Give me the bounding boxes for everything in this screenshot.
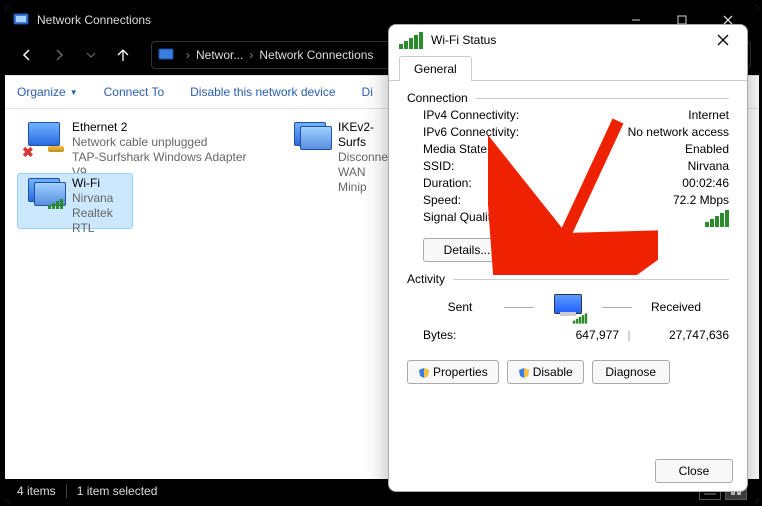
list-item[interactable]: ✖ Ethernet 2 Network cable unplugged TAP…	[17, 117, 263, 173]
item-status: Nirvana	[72, 191, 130, 206]
diagnose-button[interactable]: Di	[360, 81, 375, 103]
ipv6-value: No network access	[628, 125, 729, 139]
activity-group: Activity	[407, 272, 729, 286]
ssid-label: SSID:	[423, 159, 688, 173]
bytes-sent-value: 647,977	[519, 328, 619, 342]
wifi-icon	[20, 176, 68, 216]
chevron-right-icon[interactable]: ›	[180, 48, 196, 62]
activity-diagram: Sent Received	[407, 292, 729, 322]
dialog-title: Wi-Fi Status	[431, 33, 496, 47]
up-button[interactable]	[109, 41, 137, 69]
disable-button[interactable]: Disable	[507, 360, 584, 384]
ssid-value: Nirvana	[688, 159, 729, 173]
wireless-properties-button[interactable]: Wireless Properties	[523, 238, 649, 262]
ipv6-label: IPv6 Connectivity:	[423, 125, 628, 139]
breadcrumb-icon	[158, 47, 174, 63]
signal-label: Signal Quality:	[423, 210, 705, 230]
vpn-icon	[286, 120, 334, 160]
connect-to-button[interactable]: Connect To	[102, 81, 167, 103]
sent-label: Sent	[430, 300, 490, 314]
signal-value	[705, 210, 729, 230]
shield-icon	[418, 367, 430, 379]
selection-count: 1 item selected	[77, 484, 158, 498]
recent-button[interactable]	[77, 41, 105, 69]
breadcrumb-part1[interactable]: Networ...	[196, 48, 243, 62]
speed-label: Speed:	[423, 193, 673, 207]
diagnose-button[interactable]: Diagnose	[592, 360, 670, 384]
chevron-down-icon: ▼	[70, 88, 78, 97]
ipv4-value: Internet	[688, 108, 729, 122]
duration-label: Duration:	[423, 176, 682, 190]
media-label: Media State:	[423, 142, 685, 156]
item-name: Ethernet 2	[72, 120, 260, 135]
forward-button[interactable]	[45, 41, 73, 69]
disable-device-button[interactable]: Disable this network device	[188, 81, 337, 103]
speed-value: 72.2 Mbps	[673, 193, 729, 207]
item-name: Wi-Fi	[72, 176, 130, 191]
dialog-titlebar: Wi-Fi Status	[389, 25, 747, 55]
tab-general[interactable]: General	[399, 56, 472, 81]
app-icon	[13, 12, 29, 28]
shield-icon	[518, 367, 530, 379]
signal-bars-icon	[705, 210, 729, 227]
ethernet-icon: ✖	[20, 120, 68, 160]
wifi-signal-icon	[399, 32, 423, 49]
organize-button[interactable]: Organize ▼	[15, 81, 80, 103]
properties-button[interactable]: Properties	[407, 360, 499, 384]
media-value: Enabled	[685, 142, 729, 156]
chevron-right-icon[interactable]: ›	[243, 48, 259, 62]
item-device: Realtek RTL	[72, 206, 130, 236]
list-item[interactable]: Wi-Fi Nirvana Realtek RTL	[17, 173, 133, 229]
activity-computer-icon	[548, 292, 588, 322]
window-title: Network Connections	[37, 13, 151, 27]
dialog-close-button[interactable]	[709, 29, 737, 51]
breadcrumb-part2[interactable]: Network Connections	[259, 48, 373, 62]
close-dialog-button[interactable]: Close	[655, 459, 733, 483]
bytes-received-value: 27,747,636	[639, 328, 729, 342]
bytes-label: Bytes:	[423, 328, 519, 342]
back-button[interactable]	[13, 41, 41, 69]
connection-group: Connection	[407, 91, 729, 105]
item-count: 4 items	[17, 484, 56, 498]
dialog-tabs: General	[389, 55, 747, 81]
wifi-status-dialog: Wi-Fi Status General Connection IPv4 Con…	[388, 24, 748, 492]
ipv4-label: IPv4 Connectivity:	[423, 108, 688, 122]
details-button[interactable]: Details...	[423, 238, 511, 262]
duration-value: 00:02:46	[682, 176, 729, 190]
list-item[interactable]: IKEv2-Surfs Disconnect WAN Minip	[283, 117, 399, 173]
received-label: Received	[646, 300, 706, 314]
item-status: Network cable unplugged	[72, 135, 260, 150]
